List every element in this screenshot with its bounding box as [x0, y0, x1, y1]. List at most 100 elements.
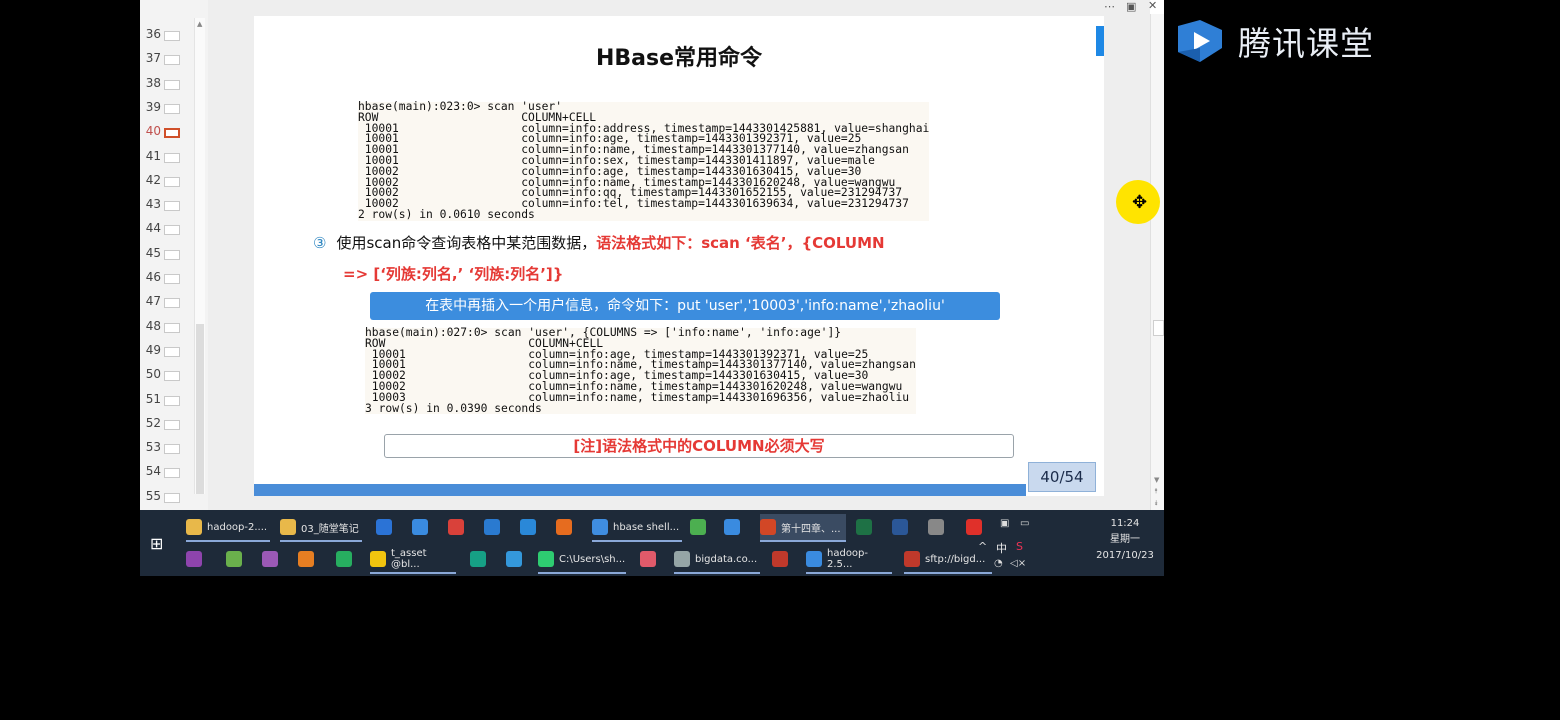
slide-thumbnail[interactable]: 54 — [140, 461, 188, 483]
thumbnail-preview — [164, 225, 180, 236]
thumbnail-preview — [164, 201, 180, 212]
taskbar-app-12[interactable]: 第十四章、... — [760, 514, 846, 542]
taskbar-app-label: t_asset @bl... — [391, 548, 427, 570]
ime-indicator[interactable]: 中 — [996, 540, 1007, 556]
slide-thumbnail[interactable]: 50 — [140, 364, 188, 386]
wifi-icon[interactable]: ◔ — [994, 558, 1003, 569]
slide-thumbnail[interactable]: 37 — [140, 48, 188, 70]
taskbar-app-13[interactable] — [856, 514, 880, 540]
taskbar-app-row2-1[interactable] — [186, 546, 210, 572]
taskbar: ⊞ hadoop-2.... 03_随堂笔记 hbase shell... 第十四章、… — [140, 510, 1164, 576]
taskbar-app-6[interactable] — [484, 514, 508, 540]
slide-thumbnail[interactable]: 49 — [140, 340, 188, 362]
thumbnail-preview — [164, 298, 180, 309]
taskbar-app-row2-8[interactable] — [506, 546, 530, 572]
taskbar-app-row2-7[interactable] — [470, 546, 494, 572]
thumbnail-number: 43 — [145, 197, 161, 212]
slide-thumbnail[interactable]: 40 — [140, 121, 188, 143]
taskbar-app-8[interactable] — [556, 514, 580, 540]
tray-app-icon[interactable]: ▣ — [1000, 518, 1009, 529]
taskbar-app-2[interactable]: 03_随堂笔记 — [280, 514, 362, 542]
taskbar-app-row2-9[interactable]: C:\Users\sh... — [538, 546, 626, 574]
thumbnail-preview — [164, 468, 180, 479]
app-icon — [448, 519, 464, 535]
taskbar-app-4[interactable] — [412, 514, 436, 540]
taskbar-app-9[interactable]: hbase shell... — [592, 514, 682, 542]
app-icon — [856, 519, 872, 535]
app-icon — [904, 551, 920, 567]
thumbnail-scrollbar[interactable]: ▲ — [194, 18, 205, 494]
scroll-down-arrow-icon[interactable]: ▼ — [1154, 476, 1159, 484]
next-slide-icon[interactable]: ⯯ — [1154, 499, 1158, 508]
taskbar-app-3[interactable] — [376, 514, 400, 540]
thumbnail-number: 37 — [145, 51, 161, 66]
slide-thumbnail[interactable]: 48 — [140, 316, 188, 338]
taskbar-app-16[interactable] — [966, 514, 990, 540]
slide-thumbnail[interactable]: 55 — [140, 486, 188, 508]
taskbar-app-10[interactable] — [690, 514, 714, 540]
taskbar-app-row2-10[interactable] — [640, 546, 664, 572]
slide-thumbnail[interactable]: 39 — [140, 97, 188, 119]
thumbnail-scroll-thumb[interactable] — [196, 324, 204, 494]
thumbnail-preview — [164, 103, 180, 114]
slide-scroll-thumb[interactable] — [1153, 320, 1164, 336]
slide-thumbnail[interactable]: 36 — [140, 24, 188, 46]
thumbnail-preview — [164, 274, 180, 284]
slide-thumbnail[interactable]: 42 — [140, 170, 188, 192]
slide-thumbnail[interactable]: 51 — [140, 389, 188, 411]
restore-icon[interactable]: ▣ — [1126, 0, 1136, 13]
slide-thumbnail[interactable]: 44 — [140, 218, 188, 240]
app-icon — [280, 519, 296, 535]
app-icon — [760, 519, 776, 535]
taskbar-app-11[interactable] — [724, 514, 748, 540]
taskbar-app-row2-12[interactable] — [772, 546, 796, 572]
slide-thumbnail[interactable]: 53 — [140, 437, 188, 459]
app-icon — [928, 519, 944, 535]
taskbar-app-row2-11[interactable]: bigdata.co... — [674, 546, 760, 574]
slide-thumbnail[interactable]: 43 — [140, 194, 188, 216]
battery-icon[interactable]: ▭ — [1020, 518, 1029, 529]
bullet-syntax: 语法格式如下：scan ‘表名’，{COLUMN — [596, 234, 885, 252]
taskbar-app-row2-13[interactable]: hadoop-2.5... — [806, 546, 892, 574]
slide-thumbnail[interactable]: 45 — [140, 243, 188, 265]
app-icon — [412, 519, 428, 535]
chevron-up-icon[interactable]: ^ — [978, 540, 987, 553]
clock-time: 11:24 — [1110, 518, 1140, 529]
app-icon — [506, 551, 522, 567]
taskbar-app-row2-2[interactable] — [226, 546, 250, 572]
taskbar-app-row2-4[interactable] — [298, 546, 322, 572]
volume-icon[interactable]: ◁× — [1010, 558, 1026, 569]
thumbnail-number: 55 — [145, 488, 161, 503]
clock[interactable]: 11:24 星期一 2017/10/23 — [1095, 516, 1155, 564]
taskbar-app-row2-3[interactable] — [262, 546, 286, 572]
brand-name: 腾讯课堂 — [1238, 24, 1374, 63]
taskbar-app-row2-6[interactable]: t_asset @bl... — [370, 546, 456, 574]
slide-title: HBase常用命令 — [595, 46, 763, 71]
thumbnail-preview — [164, 79, 180, 90]
taskbar-app-7[interactable] — [520, 514, 544, 540]
taskbar-app-5[interactable] — [448, 514, 472, 540]
taskbar-app-14[interactable] — [892, 514, 916, 540]
app-icon — [186, 551, 202, 567]
thumbnail-number: 50 — [145, 367, 161, 382]
slide-thumbnail[interactable]: 46 — [140, 267, 188, 289]
slide-thumbnail[interactable]: 47 — [140, 291, 188, 313]
more-icon[interactable]: ⋯ — [1104, 0, 1115, 13]
taskbar-app-1[interactable]: hadoop-2.... — [186, 514, 270, 542]
thumbnail-number: 41 — [145, 148, 161, 163]
windows-start-icon[interactable]: ⊞ — [150, 534, 163, 553]
taskbar-app-15[interactable] — [928, 514, 952, 540]
scroll-up-arrow-icon[interactable]: ▲ — [197, 20, 202, 28]
taskbar-app-label: hadoop-2.... — [207, 521, 268, 533]
slide-thumbnail[interactable]: 41 — [140, 146, 188, 168]
slide-thumbnail[interactable]: 52 — [140, 413, 188, 435]
app-icon — [966, 519, 982, 535]
app-icon — [226, 551, 242, 567]
slide-thumbnail[interactable]: 38 — [140, 73, 188, 95]
slide-scrollbar[interactable]: ▼ ⯭ ⯯ — [1150, 14, 1164, 510]
taskbar-app-row2-5[interactable] — [336, 546, 360, 572]
close-icon[interactable]: ✕ — [1148, 0, 1157, 12]
sogou-icon[interactable]: S — [1016, 540, 1023, 553]
clock-weekday: 星期一 — [1110, 534, 1140, 545]
prev-slide-icon[interactable]: ⯭ — [1154, 487, 1158, 496]
